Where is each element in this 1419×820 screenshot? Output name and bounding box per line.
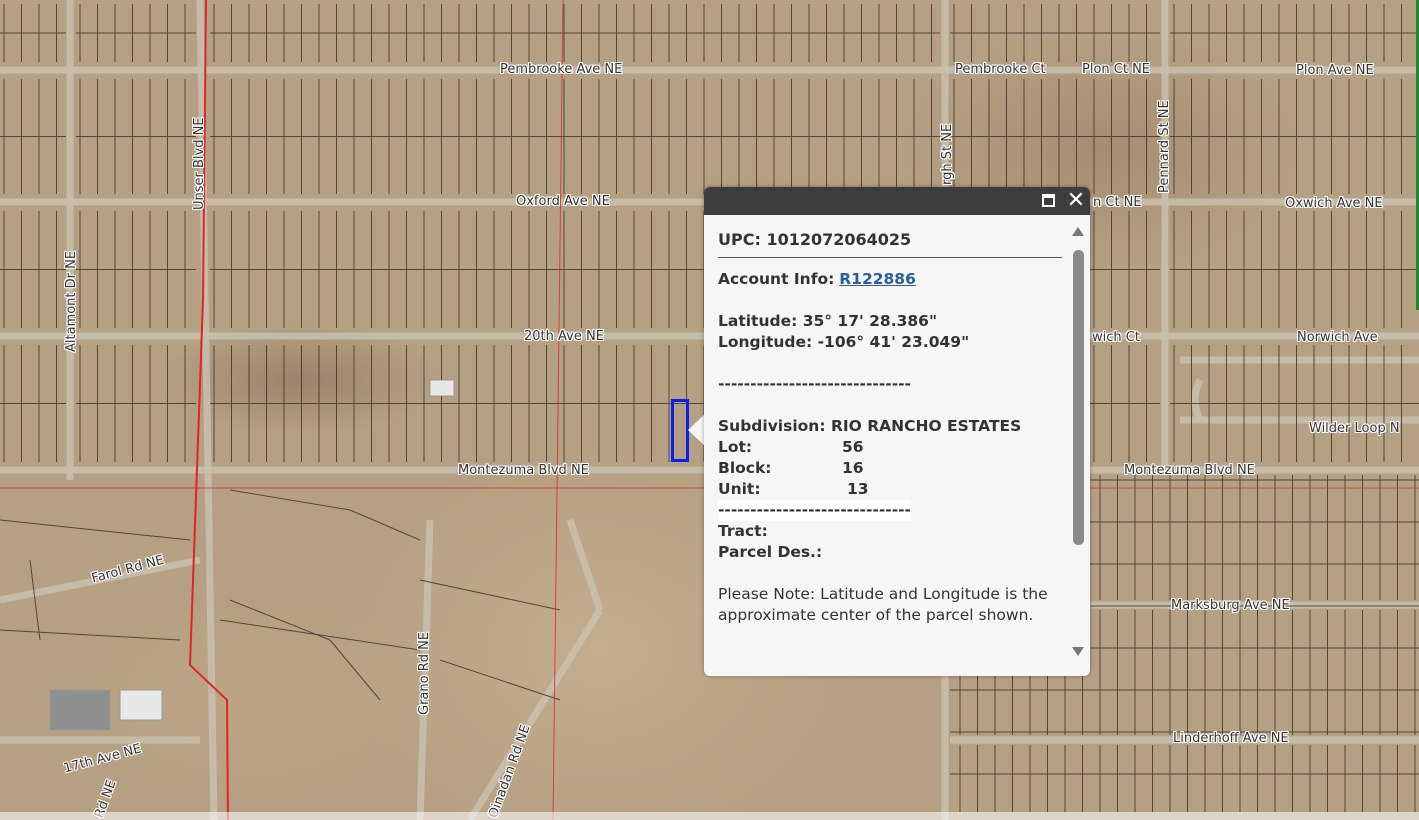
account-link[interactable]: R122886 bbox=[839, 270, 916, 288]
street-label-20th-ave: 20th Ave NE bbox=[524, 329, 604, 344]
separator-top: ------------------------------ bbox=[718, 375, 911, 393]
lot-row: Lot: 56 bbox=[718, 437, 1062, 458]
latitude-value: 35° 17' 28.386" bbox=[802, 312, 938, 330]
unit-label: Unit: bbox=[718, 480, 761, 498]
upc-value: 1012072064025 bbox=[766, 230, 912, 249]
block-label: Block: bbox=[718, 459, 772, 477]
street-label-norwich-ave: Norwich Ave bbox=[1297, 330, 1378, 345]
longitude-label: Longitude: bbox=[718, 333, 813, 351]
street-label-oxford-ave: Oxford Ave NE bbox=[516, 194, 610, 209]
street-label-altamont-dr: Altamont Dr NE bbox=[64, 250, 79, 352]
upc-label: UPC: bbox=[718, 230, 761, 249]
street-label-partial-ct: n Ct NE bbox=[1093, 195, 1142, 210]
popup-titlebar: ✕ bbox=[704, 187, 1090, 215]
subdivision-label: Subdivision: bbox=[718, 417, 826, 435]
block-value: 16 bbox=[842, 459, 864, 477]
account-row: Account Info: R122886 bbox=[718, 269, 1062, 290]
street-label-marksburg-ave: Marksburg Ave NE bbox=[1171, 598, 1290, 613]
map-attribution-bar bbox=[0, 812, 1419, 820]
street-label-linderhoff-ave: Linderhoff Ave NE bbox=[1173, 731, 1289, 746]
parcel-info-popup: ✕ UPC: 1012072064025 Account Info: R1228… bbox=[704, 187, 1090, 676]
latitude-row: Latitude: 35° 17' 28.386" bbox=[718, 311, 1062, 332]
block-row: Block: 16 bbox=[718, 458, 1062, 479]
street-label-partial-wich-ct: wich Ct bbox=[1092, 330, 1140, 345]
street-label-wilder-loop: Wilder Loop N bbox=[1309, 421, 1400, 436]
scroll-thumb[interactable] bbox=[1073, 250, 1084, 545]
scroll-down-arrow-icon[interactable] bbox=[1072, 647, 1084, 656]
street-label-plon-ave: Plon Ave NE bbox=[1296, 63, 1374, 78]
location-note: Please Note: Latitude and Longitude is t… bbox=[718, 585, 1048, 624]
street-label-pembrooke-ave: Pembrooke Ave NE bbox=[500, 62, 623, 77]
street-label-partial-rgh-st: rgh St NE bbox=[940, 123, 955, 185]
unit-row: Unit: 13 bbox=[718, 479, 1062, 500]
upc-row: UPC: 1012072064025 bbox=[718, 229, 1062, 258]
street-label-unser-blvd: Unser Blvd NE bbox=[192, 117, 207, 210]
popup-scrollbar[interactable] bbox=[1070, 223, 1086, 663]
separator-bottom: ------------------------------ bbox=[718, 500, 911, 521]
unit-value: 13 bbox=[847, 480, 869, 498]
street-label-pembrooke-ct: Pembrooke Ct bbox=[955, 62, 1046, 77]
selected-parcel-outline[interactable] bbox=[671, 399, 689, 462]
tract-label: Tract: bbox=[718, 522, 768, 540]
lot-label: Lot: bbox=[718, 438, 753, 456]
latitude-label: Latitude: bbox=[718, 312, 798, 330]
account-label: Account Info: bbox=[718, 270, 835, 288]
popup-pointer bbox=[688, 414, 705, 446]
close-icon[interactable]: ✕ bbox=[1066, 190, 1086, 212]
street-label-grano-rd: Grano Rd NE bbox=[417, 631, 432, 715]
street-label-oxwich-ave: Oxwich Ave NE bbox=[1285, 196, 1383, 211]
parcel-des-label: Parcel Des.: bbox=[718, 543, 823, 561]
street-label-montezuma-left: Montezuma Blvd NE bbox=[458, 463, 589, 478]
subdivision-value: RIO RANCHO ESTATES bbox=[830, 417, 1022, 435]
subdivision-row: Subdivision: RIO RANCHO ESTATES bbox=[718, 416, 1062, 437]
street-label-plon-ct: Plon Ct NE bbox=[1082, 62, 1151, 77]
scroll-up-arrow-icon[interactable] bbox=[1072, 227, 1084, 236]
maximize-icon[interactable] bbox=[1042, 194, 1055, 207]
longitude-value: -106° 41' 23.049" bbox=[817, 333, 970, 351]
street-label-montezuma-right: Montezuma Blvd NE bbox=[1124, 463, 1255, 478]
longitude-row: Longitude: -106° 41' 23.049" bbox=[718, 332, 1062, 353]
popup-content: UPC: 1012072064025 Account Info: R122886… bbox=[718, 229, 1062, 626]
lot-value: 56 bbox=[842, 438, 864, 456]
street-label-pennard-st: Pennard St NE bbox=[1157, 100, 1172, 193]
